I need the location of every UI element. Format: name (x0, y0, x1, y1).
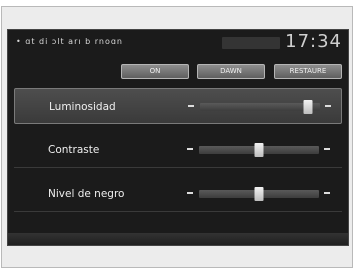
minus-icon[interactable] (188, 105, 194, 107)
plus-icon[interactable] (324, 192, 330, 194)
black-level-slider[interactable] (199, 187, 319, 201)
clock: 17:34 (285, 31, 342, 52)
settings-screen: • ɑt di ɔlt arı b rnoɑn 17:34 ON DAWN RE… (7, 29, 349, 246)
status-text: • ɑt di ɔlt arı b rnoɑn (16, 37, 123, 46)
bottom-strip (8, 233, 348, 245)
plus-icon[interactable] (325, 105, 331, 107)
status-indicator-box (222, 37, 280, 49)
setting-row-contrast[interactable]: Contraste (14, 132, 342, 168)
setting-row-brightness[interactable]: Luminosidad (14, 88, 342, 124)
setting-label-contrast: Contraste (48, 144, 100, 156)
slider-thumb[interactable] (254, 187, 264, 201)
status-bar: • ɑt di ɔlt arı b rnoɑn 17:34 (8, 30, 348, 54)
slider-thumb[interactable] (303, 100, 313, 114)
restore-button[interactable]: RESTAURE (274, 64, 342, 79)
minus-icon[interactable] (187, 192, 193, 194)
minus-icon[interactable] (187, 148, 193, 150)
plus-icon[interactable] (324, 148, 330, 150)
dawn-button[interactable]: DAWN (197, 64, 265, 79)
contrast-slider[interactable] (199, 143, 319, 157)
setting-label-brightness: Luminosidad (49, 101, 116, 113)
on-button[interactable]: ON (121, 64, 189, 79)
setting-row-black-level[interactable]: Nivel de negro (14, 176, 342, 212)
setting-label-black-level: Nivel de negro (48, 188, 125, 200)
slider-thumb[interactable] (254, 143, 264, 157)
brightness-slider[interactable] (200, 100, 320, 114)
